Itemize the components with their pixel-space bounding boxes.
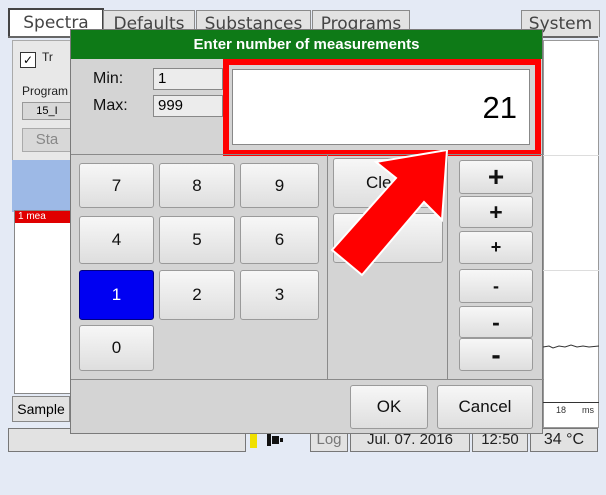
divider [71, 379, 544, 380]
plus-small-button[interactable]: + [459, 231, 533, 264]
divider [71, 154, 544, 155]
keypad-2[interactable]: 2 [159, 270, 235, 320]
measurement-count-input[interactable]: 21 [232, 69, 530, 145]
cancel-button[interactable]: Cancel [437, 385, 533, 429]
keypad-1[interactable]: 1 [79, 270, 154, 320]
minus-medium-button[interactable]: - [459, 306, 533, 338]
graph-gridline [543, 155, 599, 156]
minus-large-button[interactable]: - [459, 338, 533, 371]
keypad-3[interactable]: 3 [240, 270, 319, 320]
measurement-list[interactable] [14, 210, 72, 394]
minus-small-button[interactable]: - [459, 269, 533, 303]
list-item[interactable]: 1 mea [15, 211, 71, 223]
keypad-0[interactable]: 0 [79, 325, 154, 371]
keypad-8[interactable]: 8 [159, 163, 235, 208]
checkbox-label: Tr [42, 50, 53, 64]
measurement-dialog: Enter number of measurements Min: 1 Max:… [70, 29, 544, 434]
min-label: Min: [93, 70, 124, 87]
keypad-4[interactable]: 4 [79, 216, 154, 264]
blue-band [12, 160, 72, 212]
min-value-field: 1 [153, 68, 223, 90]
keypad-7[interactable]: 7 [79, 163, 154, 208]
graph-area [543, 40, 599, 428]
graph-trace [543, 344, 599, 349]
axis-unit-label: ms [582, 405, 594, 415]
dialog-title: Enter number of measurements [71, 30, 542, 59]
graph-gridline [543, 270, 599, 271]
sample-button[interactable]: Sample [12, 396, 70, 422]
ok-button[interactable]: OK [350, 385, 428, 429]
battery-icon [266, 432, 284, 448]
graph-axis [543, 402, 599, 403]
axis-tick-label: 18 [556, 405, 567, 415]
program-label: Program [22, 84, 69, 98]
program-field[interactable]: 15_I [22, 102, 72, 120]
red-arrow-annotation [330, 150, 449, 277]
yellow-indicator [250, 432, 257, 448]
keypad-9[interactable]: 9 [240, 163, 319, 208]
start-button[interactable]: Sta [22, 128, 72, 152]
plus-medium-button[interactable]: + [459, 196, 533, 228]
max-label: Max: [93, 97, 128, 114]
max-value-field: 999 [153, 95, 223, 117]
keypad-5[interactable]: 5 [159, 216, 235, 264]
checkbox[interactable]: ✓ [20, 52, 36, 68]
plus-large-button[interactable]: + [459, 160, 533, 194]
keypad-6[interactable]: 6 [240, 216, 319, 264]
